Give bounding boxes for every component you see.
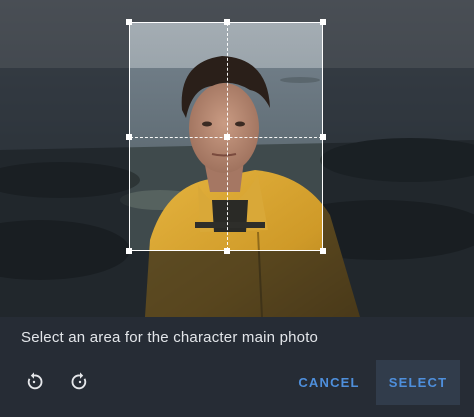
crop-handle-right[interactable] [320, 134, 326, 140]
cancel-button[interactable]: CANCEL [292, 360, 366, 405]
crop-handle-top[interactable] [224, 19, 230, 25]
photo-crop-area[interactable] [0, 0, 474, 317]
crop-handle-bottom-right[interactable] [320, 248, 326, 254]
crop-selection-box[interactable] [126, 19, 326, 254]
crop-dialog-panel: Select an area for the character main ph… [0, 317, 474, 417]
rotate-right-icon [71, 372, 87, 390]
rotate-right-button[interactable] [67, 369, 93, 395]
crop-handle-top-right[interactable] [320, 19, 326, 25]
instruction-text: Select an area for the character main ph… [21, 329, 319, 346]
crop-handle-bottom-left[interactable] [126, 248, 132, 254]
crop-handle-bottom[interactable] [224, 248, 230, 254]
select-button[interactable]: SELECT [376, 360, 460, 405]
rotate-left-icon [27, 372, 43, 390]
crop-handle-top-left[interactable] [126, 19, 132, 25]
rotate-left-button[interactable] [21, 369, 47, 395]
crop-handle-left[interactable] [126, 134, 132, 140]
crop-handle-center[interactable] [224, 134, 230, 140]
